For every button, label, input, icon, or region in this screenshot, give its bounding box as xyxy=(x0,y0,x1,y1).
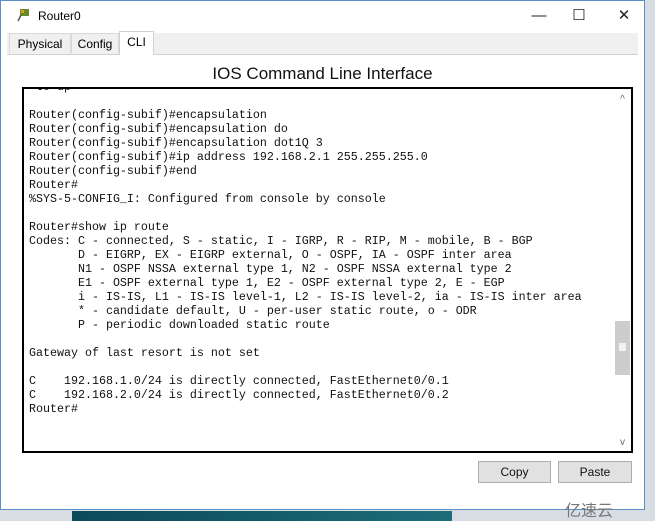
terminal-line: Gateway of last resort is not set xyxy=(29,346,260,360)
window-title: Router0 xyxy=(38,9,81,23)
watermark-logo: 亿速云 xyxy=(565,503,614,520)
scroll-up-icon[interactable]: ^ xyxy=(614,91,631,108)
copy-button[interactable]: Copy xyxy=(478,461,551,483)
terminal-line: C 192.168.2.0/24 is directly connected, … xyxy=(29,388,449,402)
scrollbar-thumb[interactable] xyxy=(615,321,630,375)
terminal-line: C 192.168.1.0/24 is directly connected, … xyxy=(29,374,449,388)
terminal-line: * - candidate default, U - per-user stat… xyxy=(29,304,477,318)
tab-physical[interactable]: Physical xyxy=(9,33,71,53)
terminal-line: P - periodic downloaded static route xyxy=(29,318,330,332)
terminal-line: to up xyxy=(29,87,71,94)
terminal-line: D - EIGRP, EX - EIGRP external, O - OSPF… xyxy=(29,248,512,262)
tab-config[interactable]: Config xyxy=(71,33,119,53)
terminal-line: Router(config-subif)#encapsulation dot1Q… xyxy=(29,136,323,150)
terminal-line: %SYS-5-CONFIG_I: Configured from console… xyxy=(29,192,386,206)
terminal-line: N1 - OSPF NSSA external type 1, N2 - OSP… xyxy=(29,262,512,276)
terminal-line: Router(config-subif)#encapsulation xyxy=(29,108,267,122)
terminal-line: i - IS-IS, L1 - IS-IS level-1, L2 - IS-I… xyxy=(29,290,582,304)
terminal-line: Router(config-subif)#encapsulation do xyxy=(29,122,288,136)
terminal-output[interactable]: to up Router(config-subif)#encapsulation… xyxy=(29,87,582,416)
terminal-line: Router#show ip route xyxy=(29,220,169,234)
scrollbar[interactable]: ^ v xyxy=(614,89,631,451)
tab-bar: Physical Config CLI xyxy=(7,31,638,55)
scroll-down-icon[interactable]: v xyxy=(614,434,631,451)
taskbar xyxy=(72,511,452,521)
title-bar[interactable]: Router0 — ☐ ✕ xyxy=(1,1,644,31)
maximize-button[interactable]: ☐ xyxy=(564,5,594,27)
close-button[interactable]: ✕ xyxy=(609,5,639,27)
terminal-line: Codes: C - connected, S - static, I - IG… xyxy=(29,234,533,248)
minimize-button[interactable]: — xyxy=(524,5,554,27)
router-app-icon xyxy=(17,9,29,22)
terminal-line: Router# xyxy=(29,402,78,416)
terminal-line: Router(config-subif)#ip address 192.168.… xyxy=(29,150,428,164)
terminal-line: Router(config-subif)#end xyxy=(29,164,197,178)
paste-button[interactable]: Paste xyxy=(558,461,632,483)
tab-cli[interactable]: CLI xyxy=(119,31,154,55)
terminal-line: E1 - OSPF external type 1, E2 - OSPF ext… xyxy=(29,276,505,290)
router-window: Router0 — ☐ ✕ Physical Config CLI IOS Co… xyxy=(0,0,645,510)
terminal-line: Router# xyxy=(29,178,78,192)
page-title: IOS Command Line Interface xyxy=(212,64,433,83)
cli-terminal[interactable]: to up Router(config-subif)#encapsulation… xyxy=(22,87,633,453)
